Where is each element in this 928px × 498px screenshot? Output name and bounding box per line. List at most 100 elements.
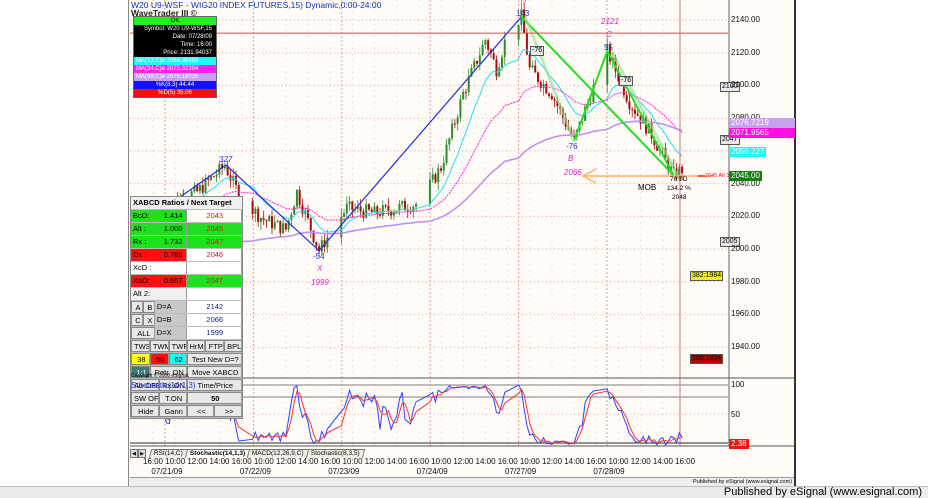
candle xyxy=(495,59,498,77)
bpl-button[interactable]: BPL xyxy=(224,340,242,352)
time-tick: 10:00 xyxy=(165,457,186,466)
candle xyxy=(437,168,440,183)
candle xyxy=(625,95,628,102)
fib-38-button[interactable]: 38 xyxy=(131,353,150,365)
candle xyxy=(503,39,506,58)
time-tick: 12:00 xyxy=(276,457,297,466)
candle xyxy=(550,95,553,100)
price-tick: 2120.00 xyxy=(731,47,760,57)
date-tick: 07/21/09 xyxy=(151,467,183,476)
gann-button[interactable]: Gann xyxy=(158,405,187,417)
candle xyxy=(370,209,373,213)
candle xyxy=(536,72,539,83)
candle xyxy=(681,166,684,173)
candle xyxy=(459,99,462,118)
ma34-last-label: 2071.9565 xyxy=(729,128,795,138)
candle xyxy=(398,203,401,211)
t-on-toggle[interactable]: T.ON xyxy=(158,392,187,404)
time-tick: 14:00 xyxy=(386,457,407,466)
candle xyxy=(229,175,232,181)
candle xyxy=(298,189,301,205)
candle xyxy=(448,138,451,145)
candle xyxy=(373,206,376,213)
time-tick: 16:00 xyxy=(231,457,252,466)
date-tick: 07/27/09 xyxy=(505,467,537,476)
point-x-button[interactable]: X xyxy=(142,314,155,326)
label-55: 55 xyxy=(604,43,613,52)
candle xyxy=(464,91,467,93)
candle xyxy=(434,174,437,183)
publisher-credit: Published by eSignal (www.esignal.com) xyxy=(723,486,922,498)
time-tick: 16:00 xyxy=(675,457,696,466)
time-tick: 14:00 xyxy=(652,457,673,466)
time-tick: 14:00 xyxy=(209,457,230,466)
candle xyxy=(500,57,503,68)
time-tick: 16:00 xyxy=(320,457,341,466)
next-button[interactable]: >> xyxy=(214,405,242,417)
ad-pattern-line xyxy=(520,16,675,177)
candle xyxy=(636,113,639,116)
info-d: %D(5) 35.06 xyxy=(134,89,216,97)
ratio-target: 2047 xyxy=(186,275,242,287)
point-b-button[interactable]: B xyxy=(142,301,155,313)
candle xyxy=(251,201,254,214)
alt2-label: Alt 2: xyxy=(131,288,187,300)
candle xyxy=(295,189,298,207)
twf-button[interactable]: TWF xyxy=(168,340,187,352)
candle xyxy=(307,210,310,219)
status-strip: Published by eSignal (www.esignal.com) xyxy=(130,477,794,486)
tab-scroll-left[interactable]: ◀ xyxy=(130,449,138,458)
candle xyxy=(343,213,346,217)
hrmn-button[interactable]: HrMn xyxy=(186,340,206,352)
fib-62-button[interactable]: 62 xyxy=(168,353,187,365)
candle xyxy=(315,242,318,247)
ratio-target xyxy=(186,262,242,274)
candle xyxy=(445,144,448,164)
date-tick: 07/28/09 xyxy=(593,467,625,476)
candle xyxy=(351,201,354,211)
ratio-label: XcD : xyxy=(131,262,187,274)
candle xyxy=(589,102,592,104)
cd-retrace-band xyxy=(609,50,680,177)
candle xyxy=(476,60,479,64)
candle xyxy=(442,163,445,171)
ratio-label: Alt : 1.000 xyxy=(131,223,187,235)
candle xyxy=(639,115,642,124)
time-tick: 14:00 xyxy=(564,457,585,466)
candle xyxy=(528,54,531,68)
prev-button[interactable]: << xyxy=(186,405,215,417)
label-minus76-b: -76 xyxy=(619,76,634,86)
move-xabcd-button[interactable]: Move XABCD xyxy=(186,366,242,378)
candle xyxy=(631,109,634,111)
time-tick: 14:00 xyxy=(475,457,496,466)
footer-bar: Published by eSignal (www.esignal.com) xyxy=(0,486,928,498)
label-minus76-a: -76 xyxy=(530,46,545,56)
stoch-last-label: 2.38 xyxy=(729,439,749,449)
candle xyxy=(270,216,273,229)
label-2066: 2066 xyxy=(564,168,582,177)
hide-button[interactable]: Hide xyxy=(131,405,159,417)
candle xyxy=(628,101,631,110)
tws-button[interactable]: TWS xyxy=(131,340,150,352)
count-field[interactable]: 50 xyxy=(186,392,243,404)
point-c-button[interactable]: C xyxy=(131,314,143,326)
sw-off-toggle[interactable]: SW OFF xyxy=(131,392,159,404)
eq-label: D=B xyxy=(154,314,187,326)
info-symbol: Symbol: W20 U9-WSF,15 xyxy=(143,26,212,32)
time-tick: 10:00 xyxy=(608,457,629,466)
fib-50-button[interactable]: 50 xyxy=(149,353,169,365)
info-price: Price: 2131.94037 xyxy=(163,50,212,56)
candle xyxy=(359,206,362,212)
point-a-button[interactable]: A xyxy=(131,301,143,313)
eq-value: 2066 xyxy=(186,314,242,326)
ftp-button[interactable]: FTP xyxy=(205,340,225,352)
all-button[interactable]: ALL xyxy=(131,327,155,339)
candle xyxy=(215,174,218,177)
time-tick: 10:00 xyxy=(342,457,363,466)
ratio-target: 2043 xyxy=(186,210,242,222)
twm-button[interactable]: TWM xyxy=(149,340,169,352)
time-tick: 12:00 xyxy=(364,457,385,466)
time-tick: 16:00 xyxy=(497,457,518,466)
bcd-pattern-line xyxy=(573,48,675,176)
test-new-d-button[interactable]: Test New D=? xyxy=(186,353,242,365)
